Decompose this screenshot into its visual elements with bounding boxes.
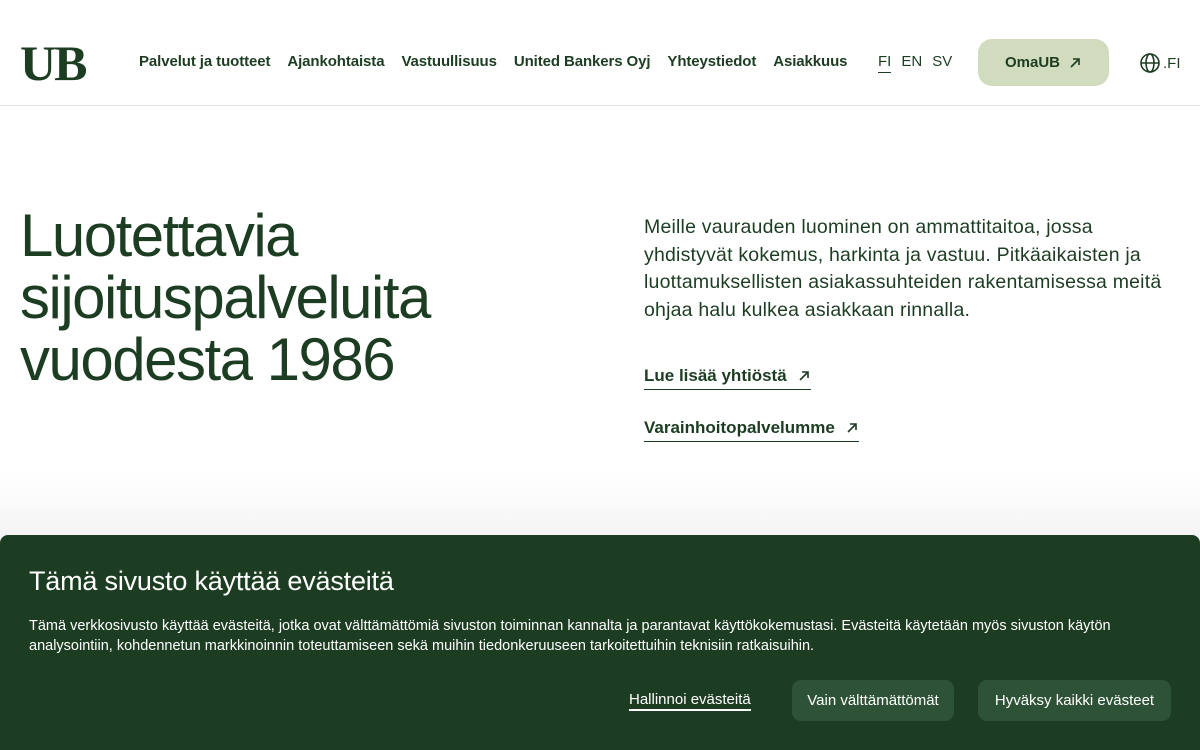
read-more-company-label: Lue lisää yhtiöstä [644, 366, 787, 385]
arrow-up-right-icon [799, 371, 809, 381]
cookie-description: Tämä verkkosivusto käyttää evästeitä, jo… [29, 618, 1111, 654]
ub-logo[interactable]: UB [20, 38, 87, 88]
hero-title: Luotettavia sijoituspalveluita vuodesta … [20, 205, 540, 391]
omaub-button[interactable]: OmaUB [978, 39, 1109, 86]
region-selector[interactable]: .FI [1139, 52, 1181, 74]
cookie-title: Tämä sivusto käyttää evästeitä [29, 566, 394, 596]
globe-icon [1140, 53, 1160, 73]
asset-management-link[interactable]: Varainhoitopalvelumme [644, 418, 859, 442]
read-more-company-link[interactable]: Lue lisää yhtiöstä [644, 366, 811, 390]
accept-all-cookies-button[interactable]: Hyväksy kaikki evästeet [978, 680, 1171, 721]
manage-cookies-link[interactable]: Hallinnoi evästeitä [629, 691, 751, 711]
hero-title-line-3: vuodesta 1986 [20, 326, 396, 393]
asset-management-label: Varainhoitopalvelumme [644, 418, 835, 437]
nav-item-news[interactable]: Ajankohtaista [287, 53, 384, 70]
arrow-up-right-icon [1070, 57, 1080, 68]
nav-item-company[interactable]: United Bankers Oyj [514, 53, 651, 70]
hero-title-line-1: Luotettavia [20, 202, 299, 269]
arrow-up-right-icon [847, 423, 857, 433]
cookie-banner: Tämä sivusto käyttää evästeitä Tämä verk… [0, 535, 1200, 750]
nav-item-responsibility[interactable]: Vastuullisuus [401, 53, 497, 70]
language-fi[interactable]: FI [878, 53, 892, 73]
language-en[interactable]: EN [901, 53, 922, 73]
essential-cookies-button[interactable]: Vain välttämättömät [792, 680, 954, 721]
main-nav: Palvelut ja tuotteet Ajankohtaista Vastu… [139, 53, 864, 70]
hero-title-line-2: sijoituspalveluita [20, 264, 431, 331]
content-fade [0, 470, 1200, 540]
language-switcher: FI EN SV [878, 53, 962, 73]
language-sv[interactable]: SV [932, 53, 952, 73]
omaub-label: OmaUB [1004, 54, 1060, 71]
hero-intro: Meille vaurauden luominen on ammattitait… [644, 216, 1162, 321]
site-header: UB Palvelut ja tuotteet Ajankohtaista Va… [0, 0, 1200, 106]
nav-item-services[interactable]: Palvelut ja tuotteet [139, 53, 270, 70]
nav-item-contact[interactable]: Yhteystiedot [667, 53, 756, 70]
region-label: .FI [1163, 54, 1181, 72]
nav-item-customership[interactable]: Asiakkuus [773, 53, 847, 70]
